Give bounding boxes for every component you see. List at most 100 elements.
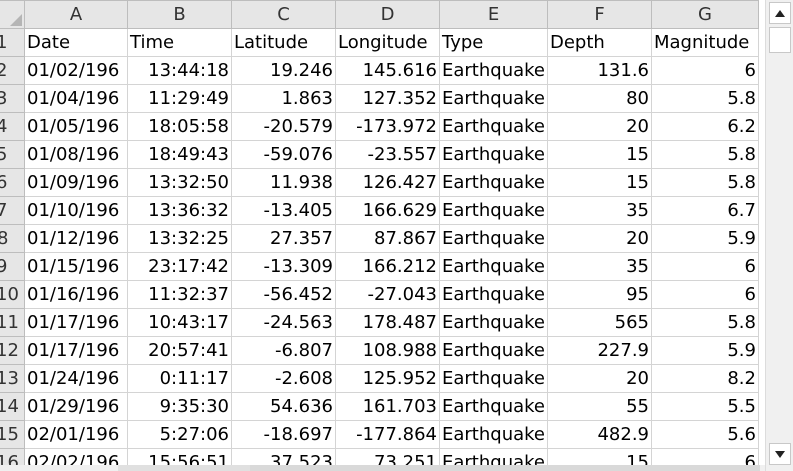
table-cell[interactable]: 13:32:25 xyxy=(127,224,232,253)
table-cell[interactable]: 19.246 xyxy=(231,56,336,85)
table-cell[interactable]: 01/15/196 xyxy=(24,252,128,281)
table-cell[interactable]: 01/16/196 xyxy=(24,280,128,309)
table-cell[interactable]: -27.043 xyxy=(335,280,440,309)
table-cell[interactable]: -6.807 xyxy=(231,336,336,365)
table-cell[interactable]: 5.9 xyxy=(651,336,759,365)
table-cell[interactable]: 01/17/196 xyxy=(24,336,128,365)
table-cell[interactable]: -177.864 xyxy=(335,420,440,449)
table-cell[interactable]: 01/09/196 xyxy=(24,168,128,197)
row-number[interactable]: 9 xyxy=(0,252,25,281)
table-cell[interactable]: Earthquake xyxy=(439,84,548,113)
table-cell[interactable]: 02/01/196 xyxy=(24,420,128,449)
table-cell[interactable]: 55 xyxy=(547,392,652,421)
table-cell[interactable]: -20.579 xyxy=(231,112,336,141)
table-cell[interactable]: 01/17/196 xyxy=(24,308,128,337)
table-cell[interactable]: -173.972 xyxy=(335,112,440,141)
table-cell[interactable]: 01/24/196 xyxy=(24,364,128,393)
table-cell[interactable]: 54.636 xyxy=(231,392,336,421)
table-cell[interactable]: 5.8 xyxy=(651,168,759,197)
table-cell[interactable]: 11.938 xyxy=(231,168,336,197)
table-cell[interactable]: 01/02/196 xyxy=(24,56,128,85)
row-number[interactable]: 8 xyxy=(0,224,25,253)
header-cell[interactable]: Date xyxy=(24,28,128,57)
scroll-down-button[interactable] xyxy=(769,443,791,465)
header-cell[interactable]: Type xyxy=(439,28,548,57)
column-header-a[interactable]: A xyxy=(24,0,128,29)
table-cell[interactable]: 11:32:37 xyxy=(127,280,232,309)
table-cell[interactable]: Earthquake xyxy=(439,252,548,281)
table-cell[interactable]: 11:29:49 xyxy=(127,84,232,113)
table-cell[interactable]: 73.251 xyxy=(335,448,440,465)
table-cell[interactable]: 01/10/196 xyxy=(24,196,128,225)
table-cell[interactable]: 01/08/196 xyxy=(24,140,128,169)
table-cell[interactable]: 35 xyxy=(547,252,652,281)
table-cell[interactable]: 9:35:30 xyxy=(127,392,232,421)
table-cell[interactable]: 6 xyxy=(651,448,759,465)
table-cell[interactable]: 20 xyxy=(547,112,652,141)
table-cell[interactable]: 20 xyxy=(547,224,652,253)
table-cell[interactable]: 80 xyxy=(547,84,652,113)
select-all-button[interactable] xyxy=(0,0,25,29)
table-cell[interactable]: 5.5 xyxy=(651,392,759,421)
table-cell[interactable]: Earthquake xyxy=(439,196,548,225)
table-cell[interactable]: 166.212 xyxy=(335,252,440,281)
table-cell[interactable]: 02/02/196 xyxy=(24,448,128,465)
horizontal-scroll-thumb[interactable] xyxy=(250,465,760,471)
row-number[interactable]: 1 xyxy=(0,28,25,57)
table-cell[interactable]: 161.703 xyxy=(335,392,440,421)
table-cell[interactable]: 5.9 xyxy=(651,224,759,253)
row-number[interactable]: 10 xyxy=(0,280,25,309)
table-cell[interactable]: 01/29/196 xyxy=(24,392,128,421)
row-number[interactable]: 13 xyxy=(0,364,25,393)
table-cell[interactable]: 13:36:32 xyxy=(127,196,232,225)
table-cell[interactable]: 01/05/196 xyxy=(24,112,128,141)
table-cell[interactable]: Earthquake xyxy=(439,56,548,85)
table-cell[interactable]: 18:05:58 xyxy=(127,112,232,141)
table-cell[interactable]: Earthquake xyxy=(439,280,548,309)
table-cell[interactable]: 227.9 xyxy=(547,336,652,365)
scroll-up-button[interactable] xyxy=(769,2,791,24)
table-cell[interactable]: 125.952 xyxy=(335,364,440,393)
row-number[interactable]: 4 xyxy=(0,112,25,141)
table-cell[interactable]: 8.2 xyxy=(651,364,759,393)
row-number[interactable]: 16 xyxy=(0,448,25,465)
table-cell[interactable]: 1.863 xyxy=(231,84,336,113)
table-cell[interactable]: 15 xyxy=(547,168,652,197)
row-number[interactable]: 15 xyxy=(0,420,25,449)
table-cell[interactable]: 131.6 xyxy=(547,56,652,85)
vertical-scrollbar[interactable] xyxy=(765,0,793,471)
table-cell[interactable]: Earthquake xyxy=(439,448,548,465)
table-cell[interactable]: 15 xyxy=(547,448,652,465)
table-cell[interactable]: -18.697 xyxy=(231,420,336,449)
table-cell[interactable]: -13.309 xyxy=(231,252,336,281)
column-header-c[interactable]: C xyxy=(231,0,336,29)
table-cell[interactable]: 01/04/196 xyxy=(24,84,128,113)
table-cell[interactable]: 5.6 xyxy=(651,420,759,449)
table-cell[interactable]: 178.487 xyxy=(335,308,440,337)
table-cell[interactable]: 20:57:41 xyxy=(127,336,232,365)
table-cell[interactable]: -2.608 xyxy=(231,364,336,393)
row-number[interactable]: 14 xyxy=(0,392,25,421)
column-header-e[interactable]: E xyxy=(439,0,548,29)
row-number[interactable]: 7 xyxy=(0,196,25,225)
table-cell[interactable]: 37.523 xyxy=(231,448,336,465)
table-cell[interactable]: 15:56:51 xyxy=(127,448,232,465)
header-cell[interactable]: Depth xyxy=(547,28,652,57)
table-cell[interactable]: 23:17:42 xyxy=(127,252,232,281)
table-cell[interactable]: 6 xyxy=(651,280,759,309)
table-cell[interactable]: Earthquake xyxy=(439,392,548,421)
table-cell[interactable]: Earthquake xyxy=(439,140,548,169)
table-cell[interactable]: 01/12/196 xyxy=(24,224,128,253)
table-cell[interactable]: -13.405 xyxy=(231,196,336,225)
row-number[interactable]: 5 xyxy=(0,140,25,169)
table-cell[interactable]: 126.427 xyxy=(335,168,440,197)
table-cell[interactable]: 108.988 xyxy=(335,336,440,365)
table-cell[interactable]: -24.563 xyxy=(231,308,336,337)
header-cell[interactable]: Latitude xyxy=(231,28,336,57)
table-cell[interactable]: 95 xyxy=(547,280,652,309)
table-cell[interactable]: Earthquake xyxy=(439,224,548,253)
row-number[interactable]: 6 xyxy=(0,168,25,197)
table-cell[interactable]: 0:11:17 xyxy=(127,364,232,393)
vertical-scroll-thumb[interactable] xyxy=(769,27,791,53)
table-cell[interactable]: -23.557 xyxy=(335,140,440,169)
